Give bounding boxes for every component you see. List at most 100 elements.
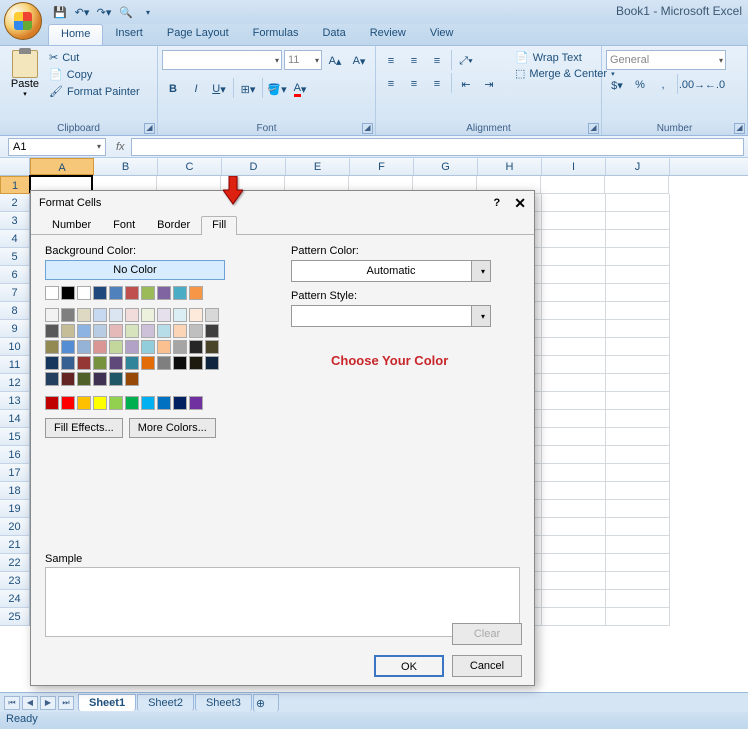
cell[interactable]	[606, 230, 670, 248]
redo-icon[interactable]: ↷▾	[96, 4, 112, 20]
color-swatch[interactable]	[205, 340, 219, 354]
color-swatch[interactable]	[77, 308, 91, 322]
color-swatch[interactable]	[125, 308, 139, 322]
row-header-20[interactable]: 20	[0, 518, 30, 536]
color-swatch[interactable]	[61, 308, 75, 322]
cell[interactable]	[606, 410, 670, 428]
decrease-indent-button[interactable]: ⇤	[455, 73, 477, 95]
cell[interactable]	[542, 320, 606, 338]
color-swatch[interactable]	[93, 356, 107, 370]
row-header-9[interactable]: 9	[0, 320, 30, 338]
color-swatch[interactable]	[109, 356, 123, 370]
align-middle-button[interactable]: ≡	[403, 50, 425, 72]
cell[interactable]	[606, 500, 670, 518]
row-header-18[interactable]: 18	[0, 482, 30, 500]
more-colors-button[interactable]: More Colors...	[129, 418, 216, 438]
color-swatch[interactable]	[125, 396, 139, 410]
column-header-A[interactable]: A	[30, 158, 94, 175]
cell[interactable]	[606, 320, 670, 338]
row-header-14[interactable]: 14	[0, 410, 30, 428]
cell[interactable]	[606, 266, 670, 284]
select-all-corner[interactable]	[0, 158, 30, 175]
color-swatch[interactable]	[157, 396, 171, 410]
prev-sheet-button[interactable]: ◀	[22, 696, 38, 710]
cell[interactable]	[542, 338, 606, 356]
paste-button[interactable]: Paste ▾	[4, 48, 46, 100]
color-swatch[interactable]	[93, 324, 107, 338]
font-dialog-launcher[interactable]: ◢	[362, 123, 373, 134]
color-swatch[interactable]	[77, 340, 91, 354]
row-header-15[interactable]: 15	[0, 428, 30, 446]
cell[interactable]	[606, 590, 670, 608]
color-swatch[interactable]	[125, 372, 139, 386]
color-swatch[interactable]	[61, 286, 75, 300]
color-swatch[interactable]	[189, 308, 203, 322]
color-swatch[interactable]	[141, 308, 155, 322]
undo-icon[interactable]: ↶▾	[74, 4, 90, 20]
color-swatch[interactable]	[141, 396, 155, 410]
cell[interactable]	[542, 302, 606, 320]
cell[interactable]	[542, 356, 606, 374]
align-top-button[interactable]: ≡	[380, 50, 402, 72]
tab-data[interactable]: Data	[310, 24, 357, 45]
column-header-H[interactable]: H	[478, 158, 542, 175]
row-header-10[interactable]: 10	[0, 338, 30, 356]
number-format-combo[interactable]: General	[606, 50, 726, 70]
color-swatch[interactable]	[61, 396, 75, 410]
color-swatch[interactable]	[141, 286, 155, 300]
row-header-25[interactable]: 25	[0, 608, 30, 626]
color-swatch[interactable]	[173, 356, 187, 370]
column-header-C[interactable]: C	[158, 158, 222, 175]
tab-review[interactable]: Review	[358, 24, 418, 45]
cell[interactable]	[542, 590, 606, 608]
sheet-tab-3[interactable]: Sheet3	[195, 694, 252, 711]
bold-button[interactable]: B	[162, 78, 184, 100]
cell[interactable]	[542, 536, 606, 554]
row-header-21[interactable]: 21	[0, 536, 30, 554]
office-button[interactable]	[4, 2, 42, 40]
color-swatch[interactable]	[157, 324, 171, 338]
cell[interactable]	[542, 518, 606, 536]
row-header-19[interactable]: 19	[0, 500, 30, 518]
color-swatch[interactable]	[61, 356, 75, 370]
cell[interactable]	[542, 266, 606, 284]
cell[interactable]	[542, 194, 606, 212]
column-header-F[interactable]: F	[350, 158, 414, 175]
align-left-button[interactable]: ≡	[380, 73, 402, 95]
color-swatch[interactable]	[189, 286, 203, 300]
cell[interactable]	[542, 392, 606, 410]
percent-button[interactable]: %	[629, 74, 651, 96]
color-swatch[interactable]	[45, 372, 59, 386]
cell[interactable]	[606, 248, 670, 266]
row-header-22[interactable]: 22	[0, 554, 30, 572]
cell[interactable]	[542, 446, 606, 464]
customize-qat-icon[interactable]: ▾	[140, 4, 156, 20]
column-header-J[interactable]: J	[606, 158, 670, 175]
color-swatch[interactable]	[189, 396, 203, 410]
color-swatch[interactable]	[173, 324, 187, 338]
cell[interactable]	[606, 536, 670, 554]
tab-home[interactable]: Home	[48, 24, 103, 45]
sheet-tab-1[interactable]: Sheet1	[78, 694, 136, 711]
color-swatch[interactable]	[45, 356, 59, 370]
color-swatch[interactable]	[173, 396, 187, 410]
color-swatch[interactable]	[109, 340, 123, 354]
color-swatch[interactable]	[141, 356, 155, 370]
color-swatch[interactable]	[109, 308, 123, 322]
row-header-24[interactable]: 24	[0, 590, 30, 608]
next-sheet-button[interactable]: ▶	[40, 696, 56, 710]
cell[interactable]	[542, 248, 606, 266]
color-swatch[interactable]	[45, 286, 59, 300]
dialog-tab-font[interactable]: Font	[102, 216, 146, 235]
comma-button[interactable]: ,	[652, 74, 674, 96]
font-color-button[interactable]: A▾	[289, 78, 311, 100]
fill-color-button[interactable]: 🪣▾	[266, 78, 288, 100]
color-swatch[interactable]	[109, 396, 123, 410]
name-box[interactable]: A1▾	[8, 138, 106, 156]
copy-button[interactable]: 📄Copy	[46, 67, 143, 82]
color-swatch[interactable]	[189, 340, 203, 354]
quick-print-icon[interactable]: 🔍	[118, 4, 134, 20]
tab-formulas[interactable]: Formulas	[241, 24, 311, 45]
format-painter-button[interactable]: 🖌Format Painter	[46, 84, 143, 99]
cell[interactable]	[606, 446, 670, 464]
